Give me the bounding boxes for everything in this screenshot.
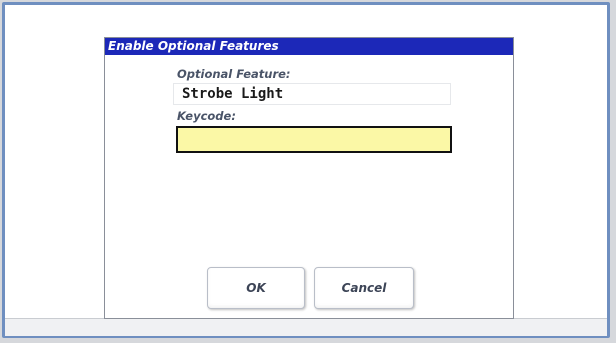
ok-button[interactable]: OK [207, 267, 305, 309]
keycode-input[interactable] [176, 126, 452, 153]
dialog-titlebar: Enable Optional Features [105, 38, 513, 55]
optional-feature-field: Strobe Light [173, 83, 451, 105]
dialog-title: Enable Optional Features [108, 39, 279, 53]
keycode-label: Keycode: [177, 109, 236, 123]
cancel-button[interactable]: Cancel [314, 267, 414, 309]
optional-feature-value: Strobe Light [182, 86, 284, 102]
optional-feature-label: Optional Feature: [177, 67, 291, 81]
screen-bottom-strip [5, 318, 607, 336]
enable-optional-features-dialog: Enable Optional Features Optional Featur… [104, 37, 514, 319]
